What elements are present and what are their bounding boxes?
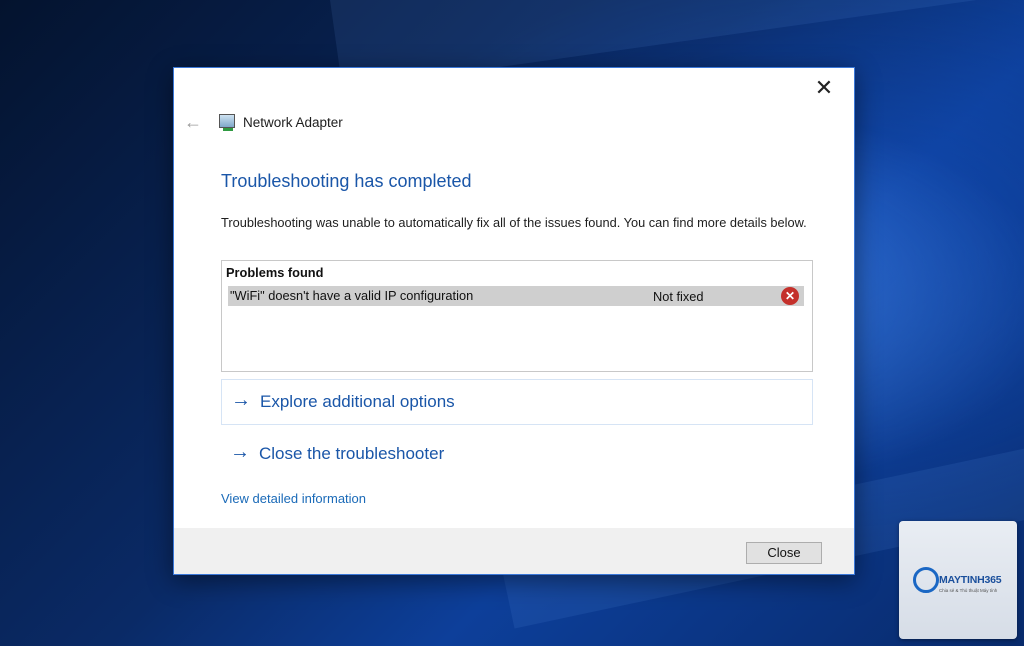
watermark-badge: MAYTINH365 Chia sẻ & Thủ thuật Máy tính — [899, 521, 1017, 639]
page-title: Troubleshooting has completed — [221, 171, 472, 191]
network-adapter-icon — [219, 114, 235, 131]
list-item[interactable]: "WiFi" doesn't have a valid IP configura… — [228, 286, 804, 306]
explore-options-link[interactable]: → Explore additional options — [221, 379, 813, 425]
watermark-brand: MAYTINH365 — [939, 574, 1002, 586]
watermark-tagline: Chia sẻ & Thủ thuật Máy tính — [939, 588, 998, 593]
problems-header: Problems found — [226, 265, 324, 280]
troubleshooter-dialog: ✕ ← Network Adapter Troubleshooting has … — [173, 67, 855, 575]
problem-status: Not fixed — [653, 289, 704, 304]
close-button[interactable]: Close — [746, 542, 822, 564]
close-troubleshooter-label: Close the troubleshooter — [259, 444, 445, 463]
arrow-right-icon: → — [230, 441, 250, 463]
problem-description: "WiFi" doesn't have a valid IP configura… — [230, 288, 474, 303]
explore-options-label: Explore additional options — [260, 392, 455, 411]
close-troubleshooter-link[interactable]: → Close the troubleshooter — [221, 432, 813, 478]
maytinh365-logo-icon — [913, 567, 939, 593]
description-text: Troubleshooting was unable to automatica… — [221, 215, 807, 230]
dialog-footer: Close — [174, 528, 854, 574]
problems-list: Problems found "WiFi" doesn't have a val… — [221, 260, 813, 372]
arrow-right-icon: → — [231, 389, 251, 411]
view-details-link[interactable]: View detailed information — [221, 491, 366, 506]
back-arrow-icon[interactable]: ← — [184, 112, 202, 133]
error-icon: ✕ — [781, 287, 799, 305]
close-icon[interactable]: ✕ — [810, 74, 838, 102]
window-title: Network Adapter — [243, 115, 343, 130]
